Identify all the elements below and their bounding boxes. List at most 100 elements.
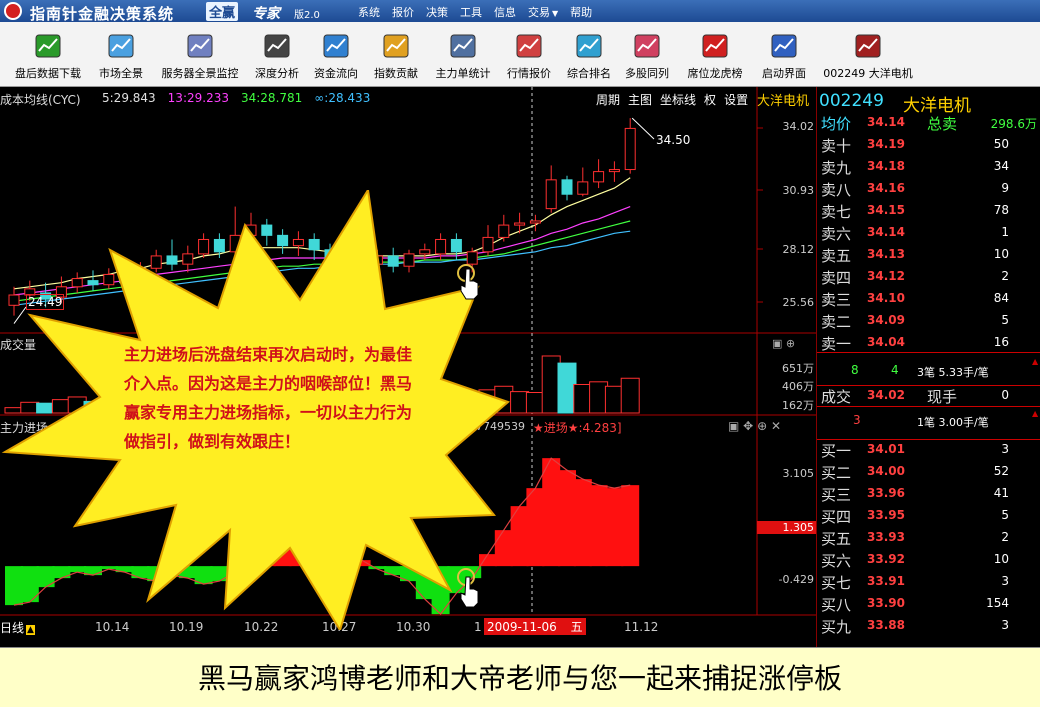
volume-axis-label: 162万 bbox=[782, 399, 814, 412]
period-button[interactable]: 周期 bbox=[596, 91, 620, 108]
order-volume: 52 bbox=[993, 464, 1009, 478]
order-volume: 1 bbox=[1001, 225, 1009, 239]
toolbar-button-13[interactable]: 002249 大洋电机 bbox=[820, 22, 916, 87]
order-volume: 5 bbox=[1001, 508, 1009, 522]
binoculars-icon bbox=[264, 34, 290, 58]
volume-axis-label: 651万 bbox=[782, 362, 814, 375]
ma-legend-item: 34:28.781 bbox=[240, 91, 303, 105]
close-icon[interactable]: ✕ bbox=[771, 419, 781, 433]
level-label: 卖四 bbox=[821, 269, 852, 287]
chart-stock-name: 大洋电机 bbox=[757, 94, 810, 109]
bid-row[interactable]: 买四 33.95 5 bbox=[817, 504, 1040, 526]
price-axis-label: 30.93 bbox=[782, 184, 815, 197]
order-volume: 10 bbox=[993, 247, 1009, 261]
toolbar-button-11[interactable]: 席位龙虎榜 bbox=[679, 22, 751, 87]
bid-row[interactable]: 买一 34.01 3 bbox=[817, 438, 1040, 460]
menu-item-trade[interactable]: 交易 ▼ bbox=[528, 4, 558, 20]
edition-name: 专家 bbox=[252, 6, 280, 22]
stat1-c: 3笔 5.33手/笔 bbox=[917, 366, 989, 379]
ask-row[interactable]: 卖一 34.04 16 bbox=[817, 331, 1040, 353]
menu-dropdown-icon: ▼ bbox=[552, 9, 559, 18]
order-volume: 3 bbox=[1001, 574, 1009, 588]
menu-item-help[interactable]: 帮助 bbox=[570, 4, 592, 20]
high-price-label: 34.50 bbox=[656, 133, 691, 147]
menu-item-info[interactable]: 信息 bbox=[494, 4, 516, 20]
main-chart-button[interactable]: 主图 bbox=[628, 91, 652, 108]
zoom-icon[interactable]: ⊕ bbox=[757, 419, 767, 433]
order-volume: 84 bbox=[993, 291, 1009, 305]
adjust-button[interactable]: 权 bbox=[704, 91, 716, 108]
toolbar-button-2[interactable]: 市场全景 bbox=[92, 22, 150, 87]
toolbar-button-10[interactable]: 多股同列 bbox=[619, 22, 675, 87]
price-axis-label: 25.56 bbox=[782, 296, 815, 309]
toolbar-button-5[interactable]: 资金流向 bbox=[308, 22, 364, 87]
ask-row[interactable]: 卖七 34.15 78 bbox=[817, 199, 1040, 221]
ask-row[interactable]: 卖八 34.16 9 bbox=[817, 177, 1040, 199]
ask-row[interactable]: 卖二 34.09 5 bbox=[817, 309, 1040, 331]
toolbar-button-1[interactable]: 盘后数据下载 bbox=[6, 22, 90, 87]
volume-axis-label: 406万 bbox=[782, 380, 814, 393]
banner-text: 黑马赢家鸿博老师和大帝老师与您一起来捕捉涨停板 bbox=[197, 662, 842, 695]
level-label: 卖一 bbox=[821, 335, 852, 353]
ranking-icon bbox=[576, 34, 602, 58]
stock-chart-icon bbox=[855, 34, 881, 58]
toolbar-button-3[interactable]: 服务器全景监控 bbox=[152, 22, 248, 87]
panel-menu-icon[interactable]: ▣ bbox=[772, 337, 782, 350]
candle-body bbox=[593, 171, 605, 183]
level-label: 买九 bbox=[821, 618, 852, 636]
toolbar-button-6[interactable]: 指数贡献 bbox=[367, 22, 425, 87]
order-volume: 9 bbox=[1001, 181, 1009, 195]
bid-row[interactable]: 买八 33.90 154 bbox=[817, 592, 1040, 614]
bid-row[interactable]: 买二 34.00 52 bbox=[817, 460, 1040, 482]
app-title: 指南针金融决策系统 bbox=[30, 5, 175, 23]
menu-item-quote[interactable]: 报价 bbox=[392, 4, 414, 20]
order-price: 34.12 bbox=[867, 269, 905, 283]
menu-item-system[interactable]: 系统 bbox=[358, 4, 380, 20]
toolbar-button-label: 主力单统计 bbox=[435, 67, 491, 80]
stat2-a: 3 bbox=[853, 413, 861, 427]
quote-panel: 002249 大洋电机 均价 34.14 总卖 298.6万 卖十 34.19 50… bbox=[816, 87, 1040, 647]
move-icon[interactable]: ✥ bbox=[743, 419, 753, 433]
menu-item-tools[interactable]: 工具 bbox=[460, 4, 482, 20]
total-sell-value: 298.6万 bbox=[990, 117, 1037, 131]
ask-row[interactable]: 卖四 34.12 2 bbox=[817, 265, 1040, 287]
candle-body bbox=[514, 222, 526, 226]
gridline-button[interactable]: 坐标线 bbox=[660, 91, 696, 108]
now-volume: 0 bbox=[1001, 388, 1009, 402]
callout-text: 主力进场后洗盘结束再次启动时，为最佳介入点。因为这是主力的咽喉部位！黑马赢家专用… bbox=[124, 345, 413, 451]
toolbar: 盘后数据下载 市场全景 服务器全景监控 深度分析 资金流向 指数贡献 主力单统计 行情报价 综合… bbox=[0, 22, 1040, 87]
scroll-arrow-icon[interactable]: ▲ bbox=[1032, 409, 1038, 418]
scroll-arrow-icon[interactable]: ▲ bbox=[1032, 357, 1038, 366]
ask-row[interactable]: 卖三 34.10 84 bbox=[817, 287, 1040, 309]
bid-row[interactable]: 买九 33.88 3 bbox=[817, 614, 1040, 636]
order-price: 33.96 bbox=[867, 486, 905, 500]
menu-item-decision[interactable]: 决策 bbox=[426, 4, 448, 20]
panel-menu-icon[interactable]: ▣ bbox=[728, 419, 739, 433]
monitor-icon bbox=[771, 34, 797, 58]
bid-row[interactable]: 买七 33.91 3 bbox=[817, 570, 1040, 592]
zoom-icon[interactable]: ⊕ bbox=[786, 337, 795, 350]
ask-row[interactable]: 卖十 34.19 50 bbox=[817, 133, 1040, 155]
main-chart-title: 成本均线(CYC) bbox=[0, 93, 81, 107]
level-label: 卖六 bbox=[821, 225, 852, 243]
toolbar-button-12[interactable]: 启动界面 bbox=[757, 22, 811, 87]
ask-row[interactable]: 卖九 34.18 34 bbox=[817, 155, 1040, 177]
menu-bar: 系统 报价 决策 工具 信息 交易 ▼ 帮助 bbox=[358, 4, 592, 20]
toolbar-button-8[interactable]: 行情报价 bbox=[501, 22, 557, 87]
volume-bar bbox=[510, 391, 530, 414]
toolbar-button-7[interactable]: 主力单统计 bbox=[429, 22, 497, 87]
now-volume-label: 现手 bbox=[927, 388, 958, 406]
toolbar-button-9[interactable]: 综合排名 bbox=[561, 22, 617, 87]
market-map-icon bbox=[108, 34, 134, 58]
ask-row[interactable]: 卖六 34.14 1 bbox=[817, 221, 1040, 243]
indicator-axis-label: -0.429 bbox=[778, 573, 814, 586]
toolbar-button-4[interactable]: 深度分析 bbox=[250, 22, 304, 87]
ask-row[interactable]: 卖五 34.13 10 bbox=[817, 243, 1040, 265]
order-volume: 34 bbox=[993, 159, 1009, 173]
ma-legend-item: 13:29.233 bbox=[167, 91, 229, 105]
bid-row[interactable]: 买五 33.93 2 bbox=[817, 526, 1040, 548]
indicator-panel-controls: ▣ ✥ ⊕ ✕ bbox=[728, 419, 781, 433]
bid-row[interactable]: 买六 33.92 10 bbox=[817, 548, 1040, 570]
bid-row[interactable]: 买三 33.96 41 bbox=[817, 482, 1040, 504]
settings-button[interactable]: 设置 bbox=[724, 91, 748, 108]
